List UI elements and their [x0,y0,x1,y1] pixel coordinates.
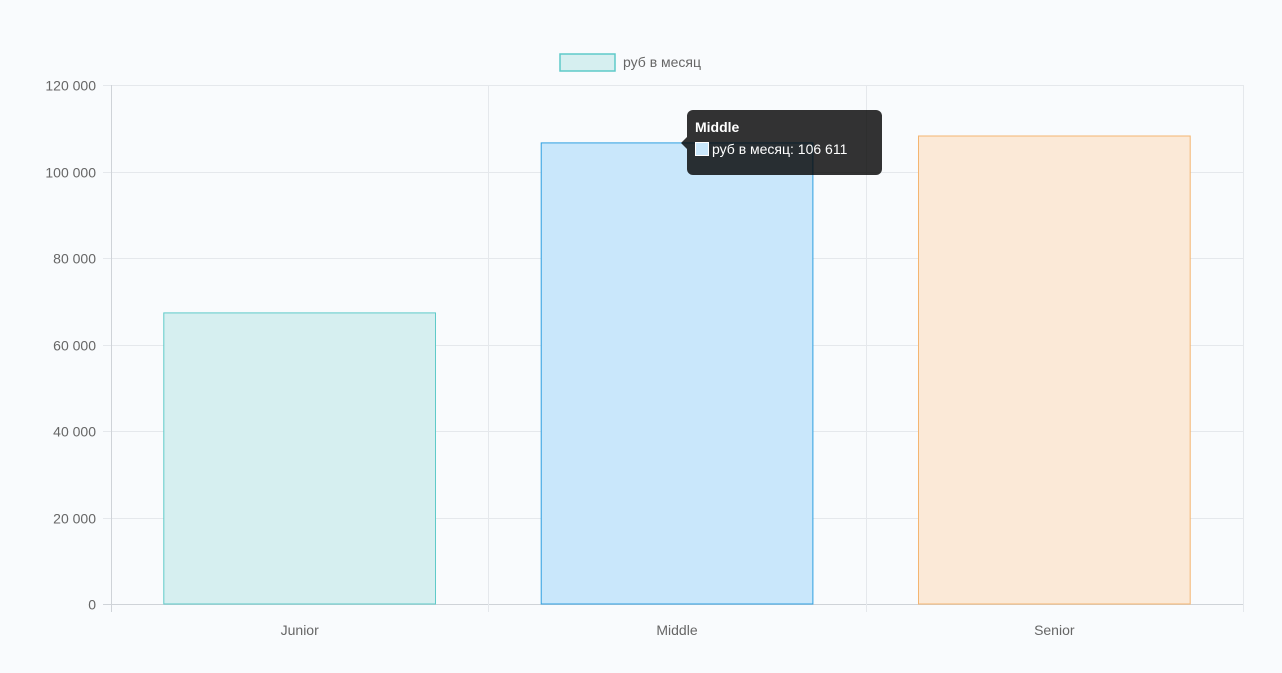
y-tick-label: 40 000 [53,424,96,440]
legend-color-box [559,53,616,72]
y-tick-label: 100 000 [45,165,96,181]
y-tick-label: 60 000 [53,338,96,354]
y-tick-label: 120 000 [45,78,96,94]
bar-tooltip: Middle руб в месяц: 106 611 [681,110,882,175]
bar-junior [163,312,437,605]
x-tick-label: Senior [1034,622,1075,638]
tooltip-label: руб в месяц: 106 611 [712,141,848,157]
legend-label: руб в месяц [623,54,701,70]
tooltip-color-swatch [695,142,709,156]
y-tick-label: 0 [88,597,96,613]
tooltip-title: Middle [695,119,740,135]
y-tick-label: 80 000 [53,251,96,267]
x-tick-label: Junior [281,622,319,638]
bar-chart: 0 20 000 40 000 60 000 80 000 100 000 120 000 J… [0,0,1282,673]
y-tick-label: 20 000 [53,511,96,527]
bar-middle [540,142,814,605]
bar-senior [918,135,1191,605]
tooltip-body: руб в месяц: 106 611 [695,140,874,158]
chart-canvas: 0 20 000 40 000 60 000 80 000 100 000 120 000 J… [45,53,1244,638]
x-tick-label: Middle [656,622,697,638]
